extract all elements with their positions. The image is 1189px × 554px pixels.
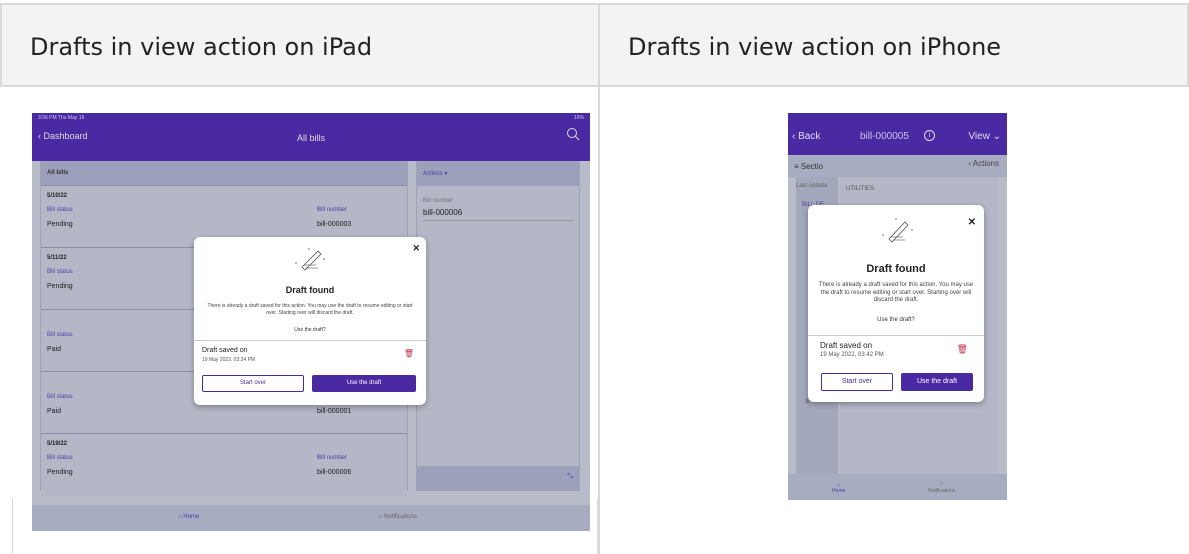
bell-icon: ♫ <box>378 514 383 520</box>
close-icon[interactable]: ✕ <box>412 243 420 254</box>
tab-bar: ⌂ Home ◠ Notifications <box>788 474 1007 500</box>
section-bar: ≡ Sectio ‹ Actions <box>788 155 1007 177</box>
status-bar: 3:56 PM Thu May 19 16% <box>32 113 590 123</box>
view-label: View <box>968 131 990 142</box>
number-label: Bill number <box>317 455 348 461</box>
list-header: All bills <box>41 162 407 186</box>
pencil-illustration-icon <box>295 248 325 271</box>
header-cell-iphone: Drafts in view action on iPhone <box>598 3 1189 87</box>
tab-home[interactable]: ⌂ Home <box>178 514 199 520</box>
table-row[interactable]: 5/19/22 Bill status Pending Bill number … <box>41 434 407 496</box>
view-menu[interactable]: View ⌄ <box>968 131 1001 142</box>
tab-home-label: Home <box>183 514 200 520</box>
row-date: 5/11/22 <box>47 255 67 261</box>
dialog-message: There is already a draft saved for this … <box>818 282 974 303</box>
dialog-message: There is already a draft saved for this … <box>207 303 413 316</box>
row-date: 5/10/22 <box>47 193 68 199</box>
last-updated-label: Last update <box>796 183 828 189</box>
draft-label: Draft saved on <box>202 347 248 354</box>
actions-dropdown[interactable]: Actions ▾ <box>417 162 579 186</box>
status-label: Bill status <box>47 269 73 275</box>
bill-number-value: bill-000006 <box>423 208 573 221</box>
trash-icon[interactable]: 🗑 <box>404 349 414 358</box>
status-value: Pending <box>47 221 73 228</box>
dialog-question: Use the draft? <box>294 327 326 333</box>
number-value: bill-000006 <box>317 469 352 476</box>
tab-notifications-label: Notifications <box>384 514 417 520</box>
draft-found-dialog: ✕ Draft found There is already a draft s… <box>194 237 426 405</box>
status-time: 3:56 PM Thu May 19 <box>38 115 85 121</box>
trash-icon[interactable]: 🗑 <box>957 344 968 355</box>
draft-found-dialog: ✕ Draft found There is already a draft s… <box>808 205 984 402</box>
status-label: Bill status <box>47 394 73 400</box>
status-label: Bill status <box>47 455 73 461</box>
bill-number-label: Bill number <box>423 198 454 204</box>
search-icon[interactable] <box>566 127 580 141</box>
actions-button[interactable]: ‹ Actions <box>968 159 999 168</box>
status-value: Pending <box>47 469 73 476</box>
header-iphone-title: Drafts in view action on iPhone <box>628 33 1002 61</box>
panel-footer: ⤡ <box>417 466 579 490</box>
expand-icon[interactable]: ⤡ <box>567 473 573 481</box>
tab-bar: ⌂ Home ♫ Notifications <box>32 505 590 531</box>
chevron-down-icon: ▾ <box>444 171 448 177</box>
dialog-title: Draft found <box>866 263 926 275</box>
ipad-screen: 3:56 PM Thu May 19 16% ‹ Dashboard All b… <box>32 113 590 531</box>
row-date: 5/19/22 <box>47 441 68 447</box>
status-value: Paid <box>47 408 62 415</box>
use-draft-button[interactable]: Use the draft <box>312 375 416 392</box>
start-over-button[interactable]: Start over <box>202 375 304 392</box>
start-over-button[interactable]: Start over <box>821 373 893 391</box>
actions-label: Actions <box>423 171 443 177</box>
pencil-illustration-icon <box>882 218 913 243</box>
tab-notifications[interactable]: ◠ Notifications <box>928 482 955 494</box>
back-button[interactable]: ‹ Back <box>792 131 820 142</box>
number-label: Bill number <box>317 207 348 213</box>
divider <box>194 340 426 341</box>
actions-label: Actions <box>972 159 999 168</box>
back-label: Back <box>798 131 821 142</box>
divider <box>12 498 13 554</box>
tab-home-label: Home <box>832 488 846 494</box>
actions-panel: Actions ▾ Bill number bill-000006 ⤡ <box>416 161 580 491</box>
number-value: bill-000001 <box>317 408 352 415</box>
tab-notifications-label: Notifications <box>928 488 956 494</box>
tab-home[interactable]: ⌂ Home <box>832 482 845 494</box>
comparison-table: Drafts in view action on iPad Drafts in … <box>0 0 1189 554</box>
sections-label: Sectio <box>800 162 824 171</box>
home-icon: ⌂ <box>178 514 182 520</box>
dialog-title: Draft found <box>285 285 335 295</box>
nav-bar: ‹ Dashboard All bills <box>32 123 590 161</box>
header-cell-ipad: Drafts in view action on iPad <box>0 3 600 87</box>
iphone-screen: ‹ Back bill-000005 i View ⌄ ≡ Sectio ‹ A… <box>788 113 1007 500</box>
page-title: All bills <box>296 133 325 143</box>
battery-level: 16% <box>573 115 584 121</box>
sections-menu[interactable]: ≡ Sectio <box>794 162 823 171</box>
nav-bar: ‹ Back bill-000005 i View ⌄ <box>788 113 1007 155</box>
status-label: Bill status <box>47 207 73 213</box>
draft-date: 19 May 2022, 03:42 PM <box>820 352 884 358</box>
divider <box>597 498 598 554</box>
divider <box>598 87 600 554</box>
header-ipad-title: Drafts in view action on iPad <box>30 33 373 61</box>
dialog-question: Use the draft? <box>877 317 915 323</box>
draft-date: 19 May 2022, 03:24 PM <box>202 357 256 363</box>
tab-notifications[interactable]: ♫ Notifications <box>378 514 417 520</box>
divider <box>808 335 984 336</box>
utilities-label: UTILITIES <box>846 186 875 192</box>
close-icon[interactable]: ✕ <box>968 217 976 228</box>
use-draft-button[interactable]: Use the draft <box>901 373 973 391</box>
status-value: Paid <box>47 346 62 353</box>
status-label: Bill status <box>47 332 73 338</box>
info-icon[interactable]: i <box>924 130 935 141</box>
page-title: bill-000005 <box>860 131 909 142</box>
draft-label: Draft saved on <box>820 341 873 350</box>
status-value: Pending <box>47 283 73 290</box>
number-value: bill-000003 <box>317 221 352 228</box>
chevron-down-icon: ⌄ <box>992 131 1001 142</box>
